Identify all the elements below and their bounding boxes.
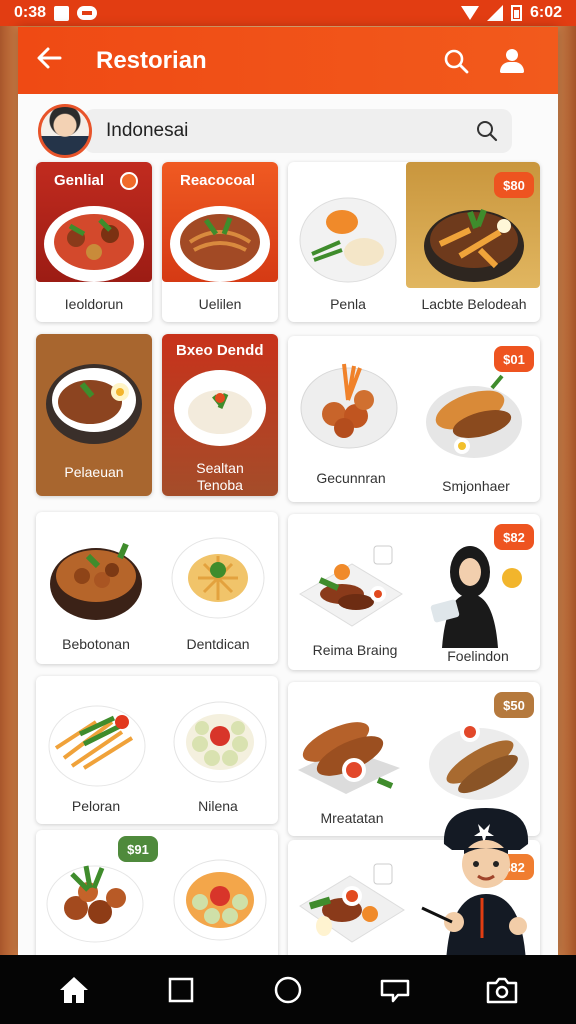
card-label-right: Lacbte Belodeah — [421, 296, 527, 312]
card-label-left: Gecunnran — [316, 470, 386, 486]
card-label-line1: Sealtan — [196, 460, 244, 476]
card-label-right: Nilena — [198, 798, 238, 814]
dish-image — [173, 859, 267, 941]
restaurant-grid: Genlial Ieoldorun Reacocoal Uelilen $80 … — [34, 162, 542, 955]
card-label: Pelaeuan — [64, 464, 124, 480]
card-title: Genlial — [54, 172, 105, 189]
badge-dot — [120, 172, 138, 190]
person-illustration — [430, 546, 522, 648]
menu-card[interactable]: $82 Reima Braing Foelindon — [288, 514, 540, 670]
avatar[interactable] — [38, 104, 92, 158]
menu-card[interactable]: Bxeo Dendd Sealtan Tenoba — [162, 334, 278, 496]
status-clock: 6:02 — [529, 4, 562, 21]
dish-image — [48, 705, 146, 787]
price-badge: $91 — [118, 836, 158, 862]
menu-card[interactable]: $91 — [36, 830, 278, 955]
recents-square-icon[interactable] — [161, 970, 201, 1010]
card-title: Bxeo Dendd — [176, 342, 264, 359]
back-nav-icon[interactable] — [375, 970, 415, 1010]
price-badge: $01 — [494, 346, 534, 372]
card-label: Mreatatan — [320, 810, 384, 826]
card-label: Ieoldorun — [64, 296, 124, 312]
card-label-right: Smjonhaer — [442, 478, 510, 494]
home-circle-icon[interactable] — [268, 970, 308, 1010]
dish-image — [299, 545, 403, 627]
menu-card[interactable]: $80 Penla Lacbte Belodeah — [288, 162, 540, 322]
menu-card[interactable]: Genlial Ieoldorun — [36, 162, 152, 322]
price-badge: $50 — [494, 692, 534, 718]
user-icon — [499, 48, 525, 73]
search-field[interactable]: Indonesai — [84, 109, 512, 153]
wifi-icon — [460, 6, 479, 20]
dish-image — [44, 206, 144, 282]
dish-image — [424, 208, 524, 282]
card-label-right: Foelindon — [447, 648, 509, 664]
dish-image — [300, 363, 398, 449]
dish-image — [46, 364, 142, 444]
dish-image — [171, 537, 265, 619]
card-title: Reacocoal — [180, 172, 256, 189]
menu-card[interactable]: Peloran Nilena — [36, 676, 278, 824]
dish-image — [170, 206, 270, 282]
home-icon[interactable] — [54, 970, 94, 1010]
menu-card[interactable]: $01 Gecunnran Smjonhaer — [288, 336, 540, 502]
search-icon[interactable] — [428, 41, 484, 81]
card-label-right: Dentdican — [186, 636, 250, 652]
profile-button[interactable] — [484, 41, 540, 81]
menu-card[interactable]: Pelaeuan — [36, 334, 152, 496]
menu-card[interactable]: Reacocoal Uelilen — [162, 162, 278, 322]
card-label: Uelilen — [198, 296, 242, 312]
page-title: Restorian — [96, 46, 207, 74]
card-label-left: Bebotonan — [62, 636, 130, 652]
dish-image — [299, 863, 405, 943]
app-bar: Restorian — [18, 27, 558, 94]
message-icon — [77, 6, 98, 20]
dish-image — [426, 374, 522, 458]
price-badge: $80 — [494, 172, 534, 198]
status-time: 0:38 — [14, 4, 47, 21]
dish-image — [50, 542, 142, 620]
dish-image — [298, 722, 400, 794]
notification-icon — [54, 5, 70, 21]
menu-card[interactable]: Bebotonan Dentdican — [36, 512, 278, 664]
signal-icon — [486, 5, 503, 21]
chef-illustration — [421, 808, 529, 955]
app-window: Restorian Indonesai Genlial Ieoldorun Re… — [18, 27, 558, 955]
dish-image — [173, 701, 267, 783]
search-row: Indonesai — [18, 94, 558, 160]
battery-icon — [510, 5, 522, 21]
navigation-bar — [0, 955, 576, 1024]
search-input[interactable]: Indonesai — [106, 120, 476, 142]
dish-image — [299, 197, 397, 283]
card-label-left: Penla — [330, 296, 366, 312]
dish-image — [174, 370, 266, 446]
status-bar: 0:38 6:02 — [0, 0, 576, 26]
search-icon[interactable] — [476, 120, 498, 142]
price-badge: $82 — [494, 524, 534, 550]
card-label-left: Peloran — [71, 798, 121, 814]
card-label-line2: Tenoba — [197, 477, 243, 493]
card-label-left: Reima Braing — [312, 642, 398, 658]
back-arrow-icon[interactable] — [36, 44, 76, 78]
camera-icon[interactable] — [482, 970, 522, 1010]
dish-image — [429, 722, 529, 800]
